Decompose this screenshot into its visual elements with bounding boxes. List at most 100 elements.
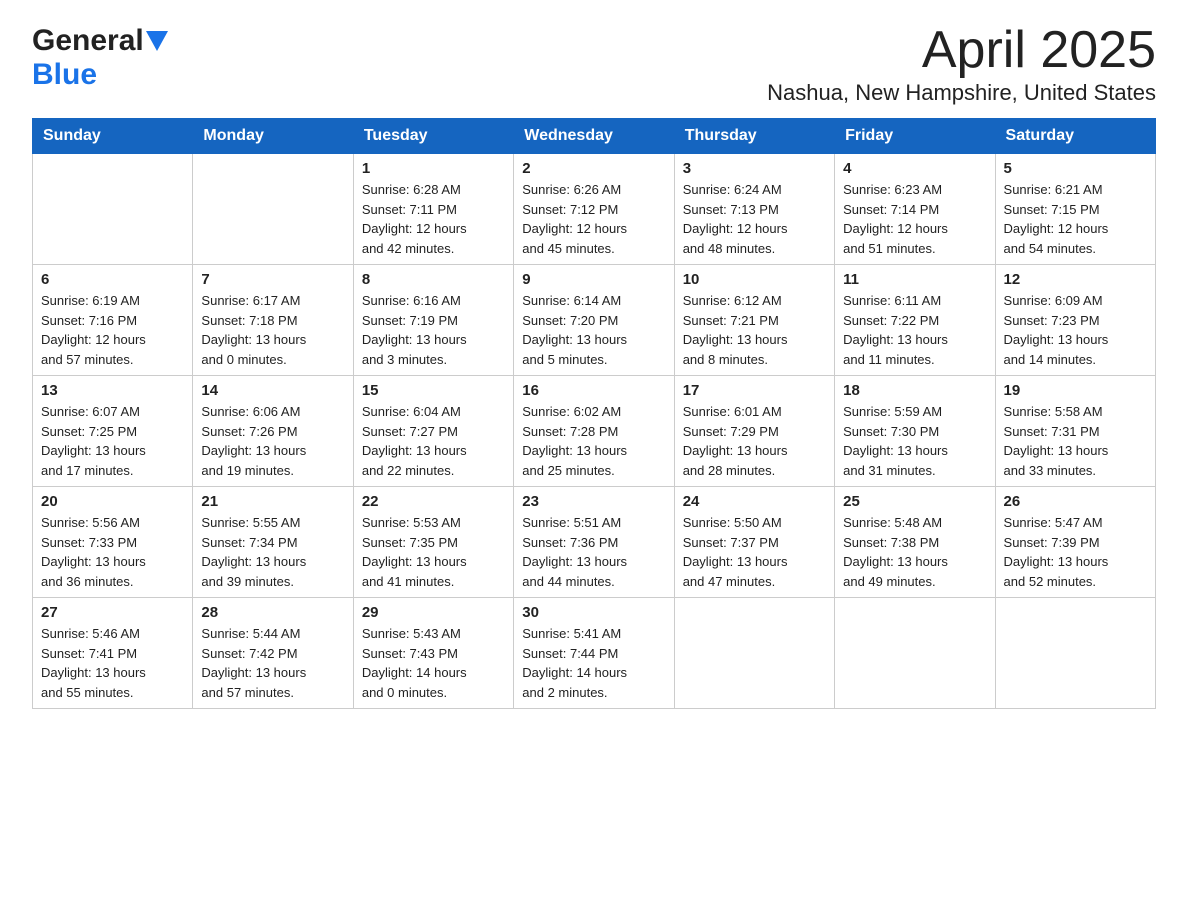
logo-general-text: General	[32, 24, 144, 58]
day-number: 1	[362, 160, 505, 177]
day-info: Sunrise: 6:19 AMSunset: 7:16 PMDaylight:…	[41, 291, 184, 369]
day-number: 25	[843, 493, 986, 510]
logo-triangle-icon	[146, 31, 168, 56]
calendar-cell: 9 Sunrise: 6:14 AMSunset: 7:20 PMDaylight…	[514, 265, 674, 376]
day-info: Sunrise: 6:26 AMSunset: 7:12 PMDaylight:…	[522, 180, 665, 258]
day-info: Sunrise: 6:02 AMSunset: 7:28 PMDaylight:…	[522, 402, 665, 480]
calendar-cell: 30Sunrise: 5:41 AMSunset: 7:44 PMDayligh…	[514, 598, 674, 709]
day-number: 26	[1004, 493, 1147, 510]
calendar-cell: 1Sunrise: 6:28 AMSunset: 7:11 PMDaylight…	[353, 154, 513, 265]
day-info: Sunrise: 5:46 AMSunset: 7:41 PMDaylight:…	[41, 624, 184, 702]
calendar-cell: 5Sunrise: 6:21 AMSunset: 7:15 PMDaylight…	[995, 154, 1155, 265]
calendar-cell: 20 Sunrise: 5:56 AMSunset: 7:33 PMDayligh…	[33, 487, 193, 598]
day-number: 9	[522, 271, 665, 288]
calendar-cell: 2 Sunrise: 6:26 AMSunset: 7:12 PMDaylight…	[514, 154, 674, 265]
day-info: Sunrise: 5:47 AMSunset: 7:39 PMDaylight:…	[1004, 513, 1147, 591]
logo-blue-text: Blue	[32, 58, 97, 92]
calendar-cell: 18 Sunrise: 5:59 AMSunset: 7:30 PMDayligh…	[835, 376, 995, 487]
calendar-cell: 19 Sunrise: 5:58 AMSunset: 7:31 PMDayligh…	[995, 376, 1155, 487]
weekday-header: Tuesday	[353, 119, 513, 154]
calendar-cell: 10Sunrise: 6:12 AMSunset: 7:21 PMDayligh…	[674, 265, 834, 376]
weekday-header: Wednesday	[514, 119, 674, 154]
day-number: 14	[201, 382, 344, 399]
calendar-cell: 3Sunrise: 6:24 AMSunset: 7:13 PMDaylight…	[674, 154, 834, 265]
calendar-cell	[674, 598, 834, 709]
calendar-cell: 12 Sunrise: 6:09 AMSunset: 7:23 PMDayligh…	[995, 265, 1155, 376]
day-number: 13	[41, 382, 184, 399]
page-header: General Blue April 2025 Nashua, New Hamp…	[32, 24, 1156, 106]
day-info: Sunrise: 6:14 AMSunset: 7:20 PMDaylight:…	[522, 291, 665, 369]
calendar-week-row: 20 Sunrise: 5:56 AMSunset: 7:33 PMDayligh…	[33, 487, 1156, 598]
day-info: Sunrise: 6:12 AMSunset: 7:21 PMDaylight:…	[683, 291, 826, 369]
calendar-cell: 26 Sunrise: 5:47 AMSunset: 7:39 PMDayligh…	[995, 487, 1155, 598]
day-number: 2	[522, 160, 665, 177]
calendar-cell: 16Sunrise: 6:02 AMSunset: 7:28 PMDayligh…	[514, 376, 674, 487]
weekday-header: Friday	[835, 119, 995, 154]
calendar-cell: 13Sunrise: 6:07 AMSunset: 7:25 PMDayligh…	[33, 376, 193, 487]
day-info: Sunrise: 6:16 AMSunset: 7:19 PMDaylight:…	[362, 291, 505, 369]
day-number: 12	[1004, 271, 1147, 288]
calendar-cell	[995, 598, 1155, 709]
day-number: 28	[201, 604, 344, 621]
title-block: April 2025 Nashua, New Hampshire, United…	[767, 24, 1156, 106]
day-number: 21	[201, 493, 344, 510]
weekday-header: Thursday	[674, 119, 834, 154]
calendar-cell: 23 Sunrise: 5:51 AMSunset: 7:36 PMDayligh…	[514, 487, 674, 598]
day-info: Sunrise: 5:59 AMSunset: 7:30 PMDaylight:…	[843, 402, 986, 480]
day-number: 17	[683, 382, 826, 399]
day-info: Sunrise: 6:17 AMSunset: 7:18 PMDaylight:…	[201, 291, 344, 369]
day-number: 4	[843, 160, 986, 177]
calendar-cell	[835, 598, 995, 709]
day-info: Sunrise: 6:04 AMSunset: 7:27 PMDaylight:…	[362, 402, 505, 480]
location-title: Nashua, New Hampshire, United States	[767, 80, 1156, 106]
calendar-cell: 17 Sunrise: 6:01 AMSunset: 7:29 PMDayligh…	[674, 376, 834, 487]
day-number: 15	[362, 382, 505, 399]
day-info: Sunrise: 5:56 AMSunset: 7:33 PMDaylight:…	[41, 513, 184, 591]
day-number: 11	[843, 271, 986, 288]
day-info: Sunrise: 6:24 AMSunset: 7:13 PMDaylight:…	[683, 180, 826, 258]
day-info: Sunrise: 5:48 AMSunset: 7:38 PMDaylight:…	[843, 513, 986, 591]
calendar-cell: 25 Sunrise: 5:48 AMSunset: 7:38 PMDayligh…	[835, 487, 995, 598]
day-info: Sunrise: 6:09 AMSunset: 7:23 PMDaylight:…	[1004, 291, 1147, 369]
day-info: Sunrise: 5:51 AMSunset: 7:36 PMDaylight:…	[522, 513, 665, 591]
calendar-week-row: 1Sunrise: 6:28 AMSunset: 7:11 PMDaylight…	[33, 154, 1156, 265]
day-number: 20	[41, 493, 184, 510]
calendar-cell	[33, 154, 193, 265]
day-number: 23	[522, 493, 665, 510]
calendar-cell: 22 Sunrise: 5:53 AMSunset: 7:35 PMDayligh…	[353, 487, 513, 598]
day-number: 5	[1004, 160, 1147, 177]
day-number: 8	[362, 271, 505, 288]
calendar-week-row: 13Sunrise: 6:07 AMSunset: 7:25 PMDayligh…	[33, 376, 1156, 487]
calendar-cell: 11 Sunrise: 6:11 AMSunset: 7:22 PMDayligh…	[835, 265, 995, 376]
day-info: Sunrise: 6:11 AMSunset: 7:22 PMDaylight:…	[843, 291, 986, 369]
day-number: 30	[522, 604, 665, 621]
day-number: 27	[41, 604, 184, 621]
day-info: Sunrise: 5:53 AMSunset: 7:35 PMDaylight:…	[362, 513, 505, 591]
calendar-cell: 28 Sunrise: 5:44 AMSunset: 7:42 PMDayligh…	[193, 598, 353, 709]
day-info: Sunrise: 5:43 AMSunset: 7:43 PMDaylight:…	[362, 624, 505, 702]
calendar-cell: 8 Sunrise: 6:16 AMSunset: 7:19 PMDaylight…	[353, 265, 513, 376]
day-info: Sunrise: 6:06 AMSunset: 7:26 PMDaylight:…	[201, 402, 344, 480]
day-number: 22	[362, 493, 505, 510]
calendar-cell: 29 Sunrise: 5:43 AMSunset: 7:43 PMDayligh…	[353, 598, 513, 709]
calendar-week-row: 27 Sunrise: 5:46 AMSunset: 7:41 PMDayligh…	[33, 598, 1156, 709]
day-info: Sunrise: 5:50 AMSunset: 7:37 PMDaylight:…	[683, 513, 826, 591]
weekday-header: Monday	[193, 119, 353, 154]
day-number: 18	[843, 382, 986, 399]
calendar-cell: 27 Sunrise: 5:46 AMSunset: 7:41 PMDayligh…	[33, 598, 193, 709]
day-info: Sunrise: 5:44 AMSunset: 7:42 PMDaylight:…	[201, 624, 344, 702]
day-number: 7	[201, 271, 344, 288]
day-info: Sunrise: 5:58 AMSunset: 7:31 PMDaylight:…	[1004, 402, 1147, 480]
calendar-cell: 15 Sunrise: 6:04 AMSunset: 7:27 PMDayligh…	[353, 376, 513, 487]
day-number: 29	[362, 604, 505, 621]
day-info: Sunrise: 6:23 AMSunset: 7:14 PMDaylight:…	[843, 180, 986, 258]
day-info: Sunrise: 6:01 AMSunset: 7:29 PMDaylight:…	[683, 402, 826, 480]
calendar-cell: 4 Sunrise: 6:23 AMSunset: 7:14 PMDaylight…	[835, 154, 995, 265]
calendar-table: SundayMondayTuesdayWednesdayThursdayFrid…	[32, 118, 1156, 709]
logo: General Blue	[32, 24, 168, 92]
day-number: 19	[1004, 382, 1147, 399]
calendar-week-row: 6Sunrise: 6:19 AMSunset: 7:16 PMDaylight…	[33, 265, 1156, 376]
day-info: Sunrise: 5:55 AMSunset: 7:34 PMDaylight:…	[201, 513, 344, 591]
calendar-header-row: SundayMondayTuesdayWednesdayThursdayFrid…	[33, 119, 1156, 154]
calendar-cell: 24Sunrise: 5:50 AMSunset: 7:37 PMDayligh…	[674, 487, 834, 598]
